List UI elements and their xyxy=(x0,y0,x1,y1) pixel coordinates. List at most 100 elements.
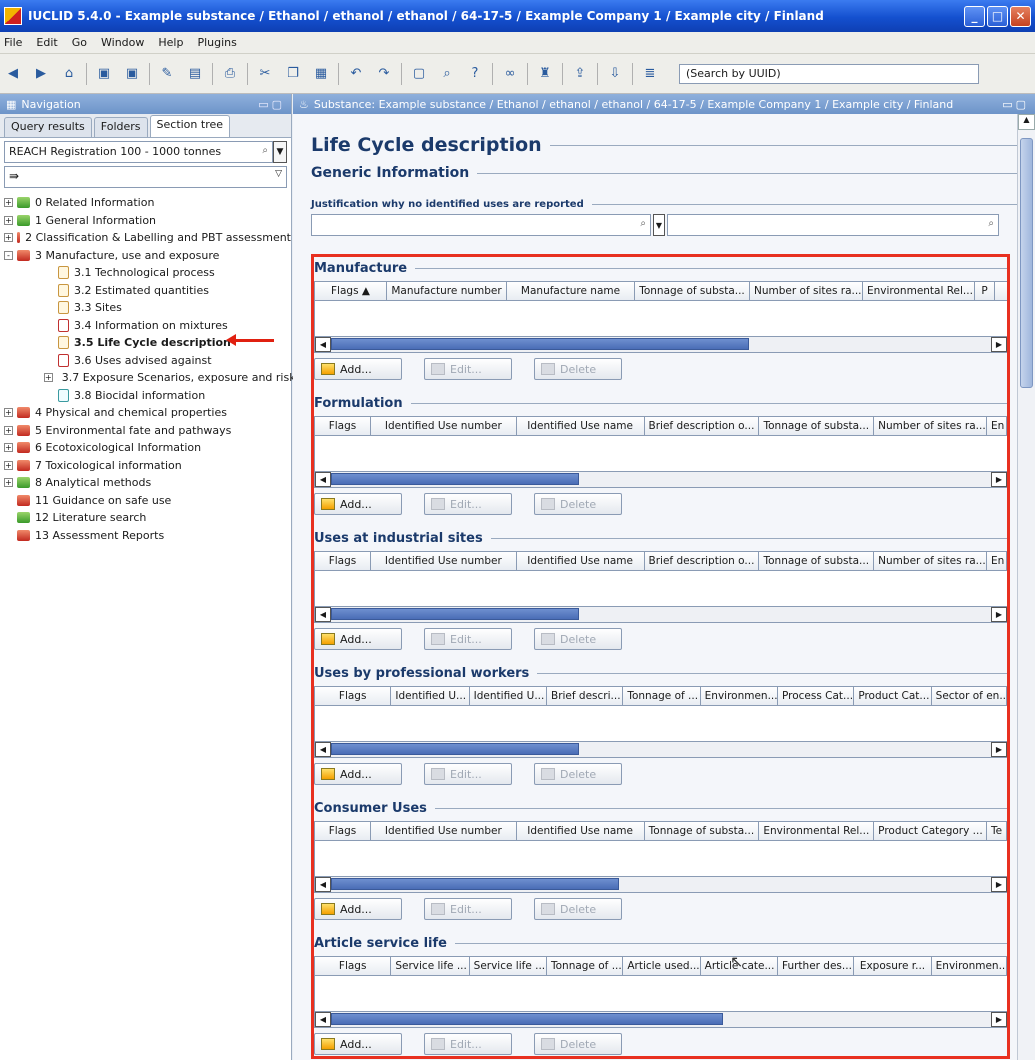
scroll-thumb[interactable] xyxy=(331,743,579,755)
scroll-right-icon[interactable]: ▶ xyxy=(991,472,1007,487)
scroll-up-icon[interactable]: ▲ xyxy=(1018,114,1035,130)
tree-item[interactable]: +5 Environmental fate and pathways xyxy=(0,422,291,440)
tree-item[interactable]: 3.2 Estimated quantities xyxy=(0,282,291,300)
column-header[interactable]: Identified Use number xyxy=(371,552,517,570)
import-icon[interactable]: ⇩ xyxy=(604,63,626,85)
tree-item[interactable]: +6 Ecotoxicological Information xyxy=(0,439,291,457)
edit-button[interactable]: Edit... xyxy=(424,1033,512,1055)
column-header[interactable]: Identified Use number xyxy=(371,417,517,435)
menu-go[interactable]: Go xyxy=(72,36,87,49)
column-header[interactable]: Brief description o... xyxy=(645,552,760,570)
column-header[interactable]: Exposure r... xyxy=(854,957,932,975)
preview-icon[interactable]: ▤ xyxy=(184,63,206,85)
tree-item[interactable]: +3.7 Exposure Scenarios, exposure and ri… xyxy=(0,369,364,387)
expand-toggle-icon[interactable]: + xyxy=(4,215,13,225)
search-icon[interactable]: ⌕ xyxy=(436,63,458,85)
column-header[interactable]: Identified U... xyxy=(391,687,470,705)
expand-toggle-icon[interactable]: + xyxy=(4,233,13,243)
notes-icon[interactable]: ≣ xyxy=(639,63,661,85)
expand-toggle-icon[interactable]: + xyxy=(4,443,13,453)
scroll-left-icon[interactable]: ◀ xyxy=(315,742,331,757)
scroll-thumb[interactable] xyxy=(331,473,579,485)
chevron-down-icon[interactable]: ▽ xyxy=(275,169,282,185)
panel-controls-icon[interactable]: ▭▢ xyxy=(258,98,285,111)
help-icon[interactable]: ? xyxy=(464,63,486,85)
uuid-search-input[interactable]: (Search by UUID) xyxy=(679,63,979,84)
delete-button[interactable]: Delete xyxy=(534,493,622,515)
column-header[interactable]: Product Cat... xyxy=(854,687,932,705)
column-header[interactable]: Identified U... xyxy=(470,687,547,705)
expand-toggle-icon[interactable]: + xyxy=(4,198,13,208)
column-header[interactable]: Flags xyxy=(315,417,371,435)
horizontal-scrollbar[interactable]: ◀ ▶ xyxy=(315,876,1007,892)
add-button[interactable]: Add... xyxy=(314,1033,402,1055)
edit-button[interactable]: Edit... xyxy=(424,628,512,650)
column-header[interactable]: Flags ▲ xyxy=(315,282,387,300)
edit-button[interactable]: Edit... xyxy=(424,358,512,380)
save-icon[interactable]: ▣ xyxy=(93,63,115,85)
tab-section-tree[interactable]: Section tree xyxy=(149,115,231,137)
column-header[interactable]: Number of sites ra... xyxy=(874,417,987,435)
column-header[interactable]: Flags xyxy=(315,687,392,705)
column-header[interactable]: Article used... xyxy=(623,957,701,975)
data-table[interactable]: Flags Identified Use number Identified Use… xyxy=(314,821,1008,893)
add-button[interactable]: Add... xyxy=(314,763,402,785)
template-select[interactable]: REACH Registration 100 - 1000 tonnes ⌕ ▼ xyxy=(4,141,287,163)
column-header[interactable]: Flags xyxy=(315,957,392,975)
paste-icon[interactable]: ▦ xyxy=(310,63,332,85)
column-header[interactable]: Environmen... xyxy=(932,957,1007,975)
column-header[interactable]: Flags xyxy=(315,552,371,570)
column-header[interactable]: En xyxy=(987,552,1007,570)
vertical-scrollbar[interactable]: ▲ xyxy=(1017,114,1035,1060)
expand-toggle-icon[interactable]: - xyxy=(4,250,13,260)
scroll-thumb[interactable] xyxy=(331,338,749,350)
edit-button[interactable]: Edit... xyxy=(424,493,512,515)
tree-item[interactable]: 3.3 Sites xyxy=(0,299,291,317)
home-icon[interactable]: ⌂ xyxy=(58,63,80,85)
column-header[interactable]: P xyxy=(975,282,995,300)
scroll-right-icon[interactable]: ▶ xyxy=(991,877,1007,892)
tree-item[interactable]: +8 Analytical methods xyxy=(0,474,291,492)
tree-item[interactable]: +1 General Information xyxy=(0,212,291,230)
expand-toggle-icon[interactable]: + xyxy=(4,425,13,435)
export-icon[interactable]: ⇪ xyxy=(569,63,591,85)
menu-plugins[interactable]: Plugins xyxy=(197,36,236,49)
tree-item[interactable]: +7 Toxicological information xyxy=(0,457,291,475)
data-table[interactable]: Flags Identified Use number Identified Use… xyxy=(314,416,1008,488)
column-header[interactable]: Service life ... xyxy=(391,957,470,975)
expand-toggle-icon[interactable]: + xyxy=(4,408,13,418)
company-icon[interactable]: ♜ xyxy=(534,63,556,85)
column-header[interactable]: En xyxy=(987,417,1007,435)
scroll-thumb[interactable] xyxy=(331,608,579,620)
data-table[interactable]: Flags Service life ... Service life ... Ton… xyxy=(314,956,1008,1028)
column-header[interactable]: Tonnage of substa... xyxy=(759,417,875,435)
delete-button[interactable]: Delete xyxy=(534,358,622,380)
column-header[interactable]: Service life ... xyxy=(470,957,547,975)
maximize-button[interactable]: □ xyxy=(987,5,1008,27)
tree-item[interactable]: 3.6 Uses advised against xyxy=(0,352,291,370)
column-header[interactable]: Tonnage of substa... xyxy=(759,552,875,570)
edit-button[interactable]: Edit... xyxy=(424,763,512,785)
column-header[interactable]: Manufacture number xyxy=(387,282,507,300)
save-all-icon[interactable]: ▣ xyxy=(121,63,143,85)
scroll-left-icon[interactable]: ◀ xyxy=(315,877,331,892)
column-header[interactable]: Flags xyxy=(315,822,371,840)
delete-button[interactable]: Delete xyxy=(534,1033,622,1055)
tree-item[interactable]: +4 Physical and chemical properties xyxy=(0,404,291,422)
menu-help[interactable]: Help xyxy=(158,36,183,49)
horizontal-scrollbar[interactable]: ◀ ▶ xyxy=(315,471,1007,487)
scroll-left-icon[interactable]: ◀ xyxy=(315,607,331,622)
delete-button[interactable]: Delete xyxy=(534,628,622,650)
link-icon[interactable]: ∞ xyxy=(499,63,521,85)
menu-edit[interactable]: Edit xyxy=(36,36,57,49)
scroll-left-icon[interactable]: ◀ xyxy=(315,1012,331,1027)
tree-item[interactable]: 11 Guidance on safe use xyxy=(0,492,291,510)
column-header[interactable]: Environmen... xyxy=(701,687,778,705)
tree-item[interactable]: 3.4 Information on mixtures xyxy=(0,317,291,335)
horizontal-scrollbar[interactable]: ◀ ▶ xyxy=(315,336,1007,352)
menu-file[interactable]: File xyxy=(4,36,22,49)
add-button[interactable]: Add... xyxy=(314,358,402,380)
expand-toggle-icon[interactable]: + xyxy=(4,460,13,470)
expand-toggle-icon[interactable]: + xyxy=(4,478,13,488)
dropdown-arrow-icon[interactable]: ▼ xyxy=(273,141,287,163)
